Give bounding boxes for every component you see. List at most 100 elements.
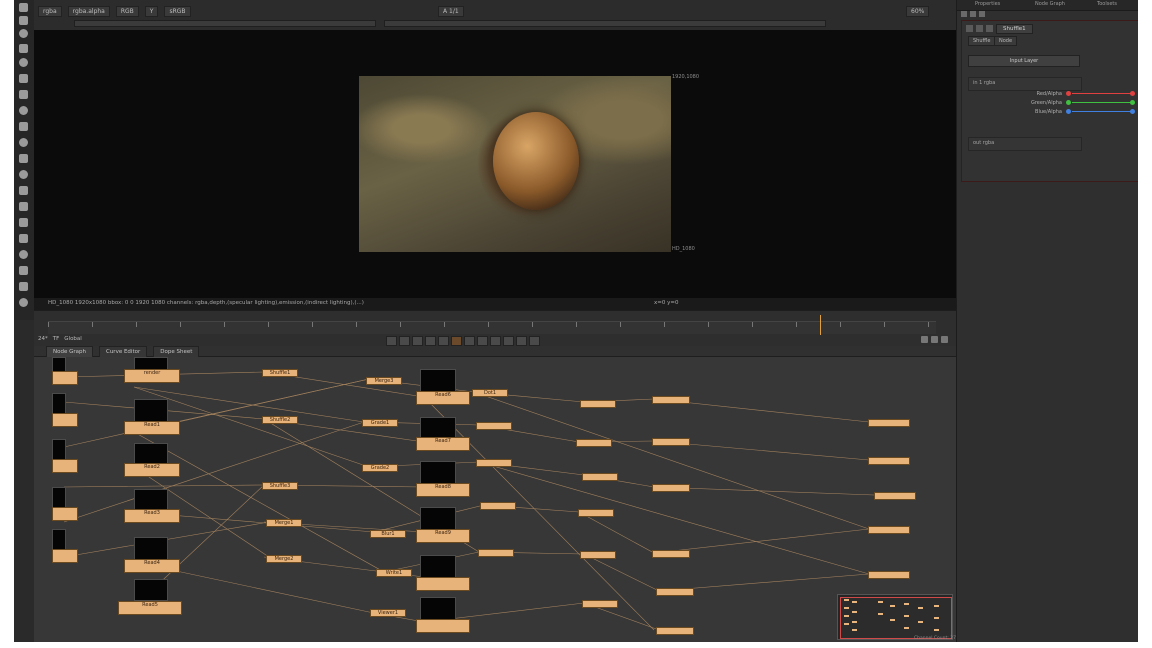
colorspace-dropdown[interactable]: sRGB xyxy=(164,5,191,17)
node-read-partial-2[interactable] xyxy=(52,413,78,427)
node-merge2[interactable]: Merge2 xyxy=(266,555,302,563)
node-c5[interactable] xyxy=(656,588,694,596)
node-d5[interactable] xyxy=(868,571,910,579)
node-b2[interactable] xyxy=(576,439,612,447)
playhead[interactable] xyxy=(820,315,821,335)
node-read-partial-4[interactable] xyxy=(52,507,78,521)
toolsets-tool-icon[interactable] xyxy=(19,186,28,195)
node-read7[interactable]: Read7 xyxy=(416,437,470,451)
metadata-tool-icon[interactable] xyxy=(19,170,28,179)
node-a2[interactable] xyxy=(476,459,512,467)
red-output-dot[interactable] xyxy=(1130,91,1135,96)
particles-tool-icon[interactable] xyxy=(19,202,28,211)
fps-dropdown[interactable]: 24* xyxy=(38,336,48,342)
node-read-extra-1[interactable] xyxy=(416,577,470,591)
node-grade2[interactable]: Grade2 xyxy=(362,464,398,472)
prev-frame-button[interactable] xyxy=(412,336,423,346)
node-read-extra-2[interactable] xyxy=(416,619,470,633)
color-tool-icon[interactable] xyxy=(19,58,28,67)
cache-icon[interactable] xyxy=(921,336,928,343)
tab-shuffle[interactable]: Shuffle xyxy=(968,36,996,46)
node-read9[interactable]: Read9 xyxy=(416,529,470,543)
node-read-partial-1[interactable] xyxy=(52,371,78,385)
node-d2[interactable] xyxy=(868,457,910,465)
deep-tool-icon[interactable] xyxy=(19,218,28,227)
node-graph[interactable]: render Read1 Read2 Read3 Read4 Read5 Rea… xyxy=(34,357,956,642)
node-b6[interactable] xyxy=(582,600,618,608)
settings-tool-icon[interactable] xyxy=(19,298,28,307)
3d-tool-icon[interactable] xyxy=(19,138,28,147)
tf-dropdown[interactable]: TF xyxy=(53,336,60,342)
step-forward-button[interactable] xyxy=(477,336,488,346)
keyer-tool-icon[interactable] xyxy=(19,90,28,99)
node-read8[interactable]: Read8 xyxy=(416,483,470,497)
plugins-tool-icon[interactable] xyxy=(19,266,28,275)
blue-output-dot[interactable] xyxy=(1130,109,1135,114)
node-d4[interactable] xyxy=(868,526,910,534)
green-output-dot[interactable] xyxy=(1130,100,1135,105)
next-keyframe-button[interactable] xyxy=(503,336,514,346)
input-layer-button[interactable]: Input Layer xyxy=(968,55,1080,67)
node-shuffle3[interactable]: Shuffle3 xyxy=(262,482,298,490)
views-tool-icon[interactable] xyxy=(19,154,28,163)
flipbook-icon[interactable] xyxy=(931,336,938,343)
node-d1[interactable] xyxy=(868,419,910,427)
green-input-dot[interactable] xyxy=(1066,100,1071,105)
node-viewer1[interactable]: Viewer1 xyxy=(370,609,406,617)
minimap-viewport[interactable] xyxy=(840,597,952,639)
gamma-slider[interactable] xyxy=(384,20,826,27)
node-c6[interactable] xyxy=(656,627,694,635)
furnace-tool-icon[interactable] xyxy=(19,250,28,259)
out-group[interactable]: out rgba xyxy=(968,137,1082,151)
node-merge1[interactable]: Merge1 xyxy=(266,519,302,527)
viewer[interactable]: 1920,1080 HD_1080 xyxy=(34,30,956,298)
node-write1[interactable]: Write1 xyxy=(376,569,412,577)
float-icon[interactable] xyxy=(976,25,983,32)
node-read-partial-5[interactable] xyxy=(52,549,78,563)
loop-button[interactable] xyxy=(529,336,540,346)
zoom-dropdown[interactable]: 60% xyxy=(906,6,930,17)
node-c4[interactable] xyxy=(652,550,690,558)
draw-tool-icon[interactable] xyxy=(19,16,28,25)
properties-tab[interactable]: Properties xyxy=(975,1,1000,7)
node-a1[interactable] xyxy=(476,422,512,430)
node-shuffle1[interactable]: Shuffle1 xyxy=(262,369,298,377)
red-input-dot[interactable] xyxy=(1066,91,1071,96)
node-read4[interactable]: Read4 xyxy=(124,559,180,573)
node-read-partial-3[interactable] xyxy=(52,459,78,473)
lock-icon[interactable] xyxy=(970,11,976,17)
node-grade1[interactable]: Grade1 xyxy=(362,419,398,427)
channel-tool-icon[interactable] xyxy=(19,44,28,53)
last-frame-button[interactable] xyxy=(516,336,527,346)
play-backward-button[interactable] xyxy=(425,336,436,346)
node-read1[interactable]: Read1 xyxy=(124,421,180,435)
display-dropdown[interactable]: RGB xyxy=(115,5,139,17)
collapse-icon[interactable] xyxy=(966,25,973,32)
y-dropdown[interactable]: Y xyxy=(144,5,159,17)
node-b3[interactable] xyxy=(582,473,618,481)
node-b4[interactable] xyxy=(578,509,614,517)
play-forward-button[interactable] xyxy=(464,336,475,346)
transform-tool-icon[interactable] xyxy=(19,122,28,131)
node-graph-minimap[interactable] xyxy=(837,594,953,640)
node-read2[interactable]: Read2 xyxy=(124,463,180,477)
image-tool-icon[interactable] xyxy=(19,3,28,12)
node-c2[interactable] xyxy=(652,438,690,446)
cara-tool-icon[interactable] xyxy=(19,282,28,291)
time-tool-icon[interactable] xyxy=(19,29,28,38)
clear-panel-icon[interactable] xyxy=(961,11,967,17)
range-mode-dropdown[interactable]: Global xyxy=(64,336,82,342)
input-a-field[interactable]: A 1/1 xyxy=(438,6,464,17)
node-d3[interactable] xyxy=(874,492,916,500)
merge-tool-icon[interactable] xyxy=(19,106,28,115)
node-name-field[interactable]: Shuffle1 xyxy=(996,23,1033,34)
toolsets-tab[interactable]: Toolsets xyxy=(1097,1,1117,7)
audio-icon[interactable] xyxy=(941,336,948,343)
node-shuffle2[interactable]: Shuffle2 xyxy=(262,416,298,424)
node-merge3[interactable]: Merge3 xyxy=(366,377,402,385)
node-b1[interactable] xyxy=(580,400,616,408)
alpha-dropdown[interactable]: rgba.alpha xyxy=(67,5,110,17)
pin-icon[interactable] xyxy=(979,11,985,17)
node-c1[interactable] xyxy=(652,396,690,404)
node-color-icon[interactable] xyxy=(986,25,993,32)
